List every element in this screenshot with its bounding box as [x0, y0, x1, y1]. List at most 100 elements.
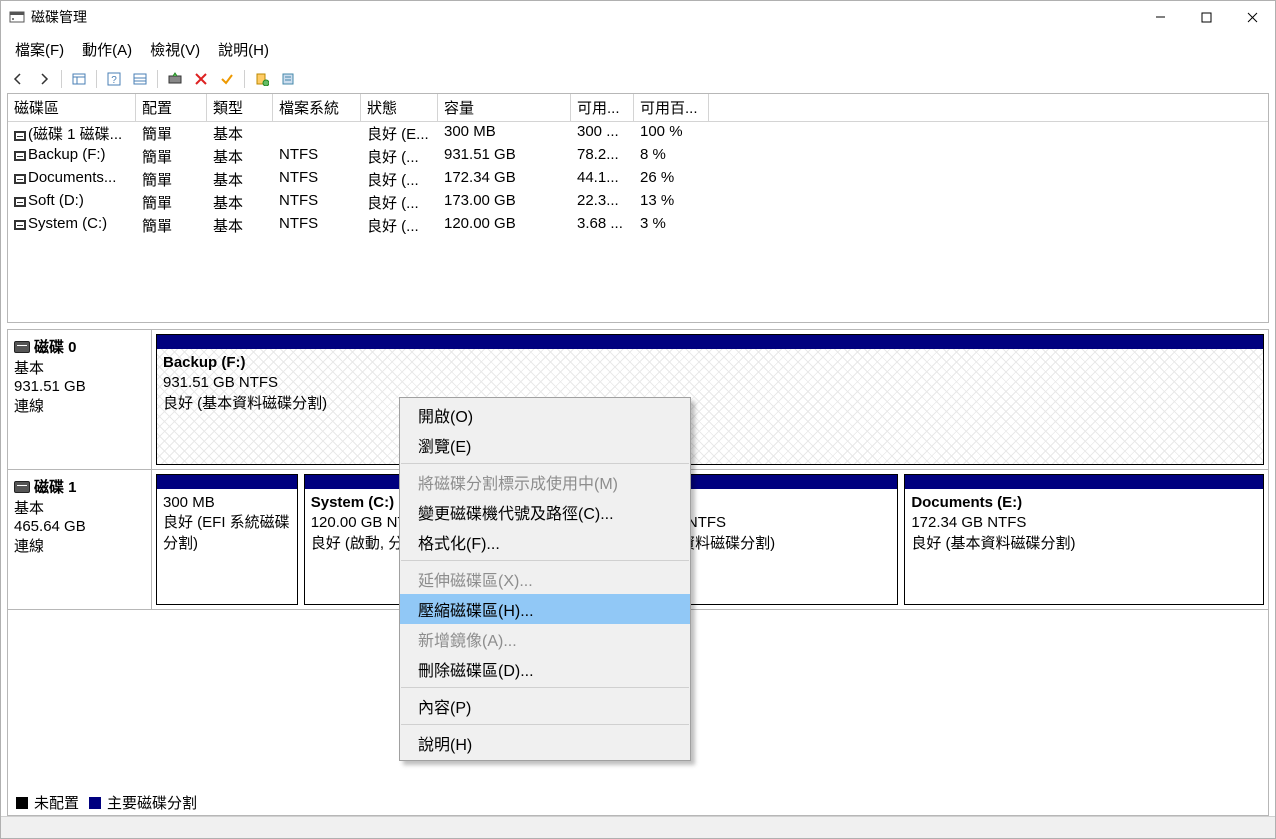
properties-icon[interactable] — [277, 68, 299, 90]
col-free[interactable]: 可用... — [571, 94, 634, 122]
list-icon[interactable] — [129, 68, 151, 90]
partition-header — [905, 475, 1263, 489]
partition-title: Documents (E:) — [911, 493, 1257, 513]
vol-layout: 簡單 — [136, 214, 207, 237]
col-pct[interactable]: 可用百... — [634, 94, 709, 122]
app-icon — [9, 9, 25, 25]
col-volume[interactable]: 磁碟區 — [8, 94, 136, 122]
vol-layout: 簡單 — [136, 191, 207, 214]
disk-size: 931.51 GB — [14, 378, 145, 395]
disk-size: 465.64 GB — [14, 518, 145, 535]
vol-fs — [273, 122, 361, 145]
vol-capacity: 931.51 GB — [438, 145, 571, 168]
back-button[interactable] — [7, 68, 29, 90]
statusbar — [1, 816, 1275, 838]
show-hide-icon[interactable] — [68, 68, 90, 90]
col-type[interactable]: 類型 — [207, 94, 273, 122]
vol-name: Documents... — [28, 169, 116, 186]
maximize-button[interactable] — [1183, 2, 1229, 32]
volume-icon — [14, 131, 26, 141]
context-menu-item: 新增鏡像(A)... — [400, 624, 690, 654]
partition-header — [157, 335, 1263, 349]
disk-type: 基本 — [14, 497, 145, 518]
disk-status: 連線 — [14, 535, 145, 556]
context-menu-item[interactable]: 變更磁碟機代號及路徑(C)... — [400, 497, 690, 527]
context-menu-item[interactable]: 格式化(F)... — [400, 527, 690, 557]
col-status[interactable]: 狀態 — [361, 94, 438, 122]
partition[interactable]: 300 MB良好 (EFI 系統磁碟分割) — [156, 474, 298, 605]
svg-text:?: ? — [111, 75, 117, 86]
legend-unallocated: 未配置 — [34, 792, 79, 813]
col-fs[interactable]: 檔案系統 — [273, 94, 361, 122]
vol-capacity: 120.00 GB — [438, 214, 571, 237]
vol-name: Soft (D:) — [28, 192, 84, 209]
volume-row[interactable]: Backup (F:)簡單基本NTFS良好 (...931.51 GB78.2.… — [8, 145, 1268, 168]
vol-type: 基本 — [207, 214, 273, 237]
volume-row[interactable]: Soft (D:) 簡單基本NTFS良好 (...173.00 GB22.3...… — [8, 191, 1268, 214]
minimize-button[interactable] — [1137, 2, 1183, 32]
volume-row[interactable]: Documents...簡單基本NTFS良好 (...172.34 GB44.1… — [8, 168, 1268, 191]
vol-name: (磁碟 1 磁碟... — [28, 126, 122, 143]
disk-icon — [14, 341, 30, 353]
forward-button[interactable] — [33, 68, 55, 90]
vol-pct: 26 % — [634, 168, 709, 191]
vol-status: 良好 (E... — [361, 122, 438, 145]
context-menu-item[interactable]: 刪除磁碟區(D)... — [400, 654, 690, 684]
vol-pct: 8 % — [634, 145, 709, 168]
partition[interactable]: Backup (F:)931.51 GB NTFS良好 (基本資料磁碟分割) — [156, 334, 1264, 465]
context-menu-item[interactable]: 壓縮磁碟區(H)... — [400, 594, 690, 624]
vol-fs: NTFS — [273, 191, 361, 214]
settings-icon[interactable] — [251, 68, 273, 90]
vol-capacity: 172.34 GB — [438, 168, 571, 191]
vol-type: 基本 — [207, 191, 273, 214]
context-menu-item[interactable]: 內容(P) — [400, 691, 690, 721]
vol-fs: NTFS — [273, 214, 361, 237]
partition-header — [157, 475, 297, 489]
legend-swatch-primary — [89, 797, 101, 809]
titlebar: 磁碟管理 — [1, 1, 1275, 33]
disk-management-window: 磁碟管理 檔案(F) 動作(A) 檢視(V) 說明(H) ? 磁碟區 配置 類型 — [0, 0, 1276, 839]
vol-free: 22.3... — [571, 191, 634, 214]
legend-primary: 主要磁碟分割 — [107, 792, 197, 813]
delete-icon[interactable] — [190, 68, 212, 90]
menubar: 檔案(F) 動作(A) 檢視(V) 說明(H) — [1, 33, 1275, 66]
menu-view[interactable]: 檢視(V) — [144, 35, 206, 64]
col-capacity[interactable]: 容量 — [438, 94, 571, 122]
vol-layout: 簡單 — [136, 145, 207, 168]
menu-separator — [401, 560, 689, 561]
col-layout[interactable]: 配置 — [136, 94, 207, 122]
volume-row[interactable]: (磁碟 1 磁碟...簡單基本良好 (E...300 MB300 ...100 … — [8, 122, 1268, 145]
legend-swatch-unallocated — [16, 797, 28, 809]
vol-free: 78.2... — [571, 145, 634, 168]
menu-file[interactable]: 檔案(F) — [9, 35, 70, 64]
vol-fs: NTFS — [273, 145, 361, 168]
disk-partitions: Backup (F:)931.51 GB NTFS良好 (基本資料磁碟分割) — [152, 330, 1268, 469]
close-button[interactable] — [1229, 2, 1275, 32]
vol-layout: 簡單 — [136, 122, 207, 145]
menu-separator — [401, 463, 689, 464]
vol-capacity: 173.00 GB — [438, 191, 571, 214]
volume-row[interactable]: System (C:)簡單基本NTFS良好 (...120.00 GB3.68 … — [8, 214, 1268, 237]
vol-status: 良好 (... — [361, 191, 438, 214]
menu-action[interactable]: 動作(A) — [76, 35, 138, 64]
menu-help[interactable]: 說明(H) — [212, 35, 275, 64]
check-icon[interactable] — [216, 68, 238, 90]
vol-capacity: 300 MB — [438, 122, 571, 145]
partition[interactable]: Documents (E:)172.34 GB NTFS良好 (基本資料磁碟分割… — [904, 474, 1264, 605]
help-icon[interactable]: ? — [103, 68, 125, 90]
vol-pct: 13 % — [634, 191, 709, 214]
context-menu-item[interactable]: 說明(H) — [400, 728, 690, 758]
vol-type: 基本 — [207, 145, 273, 168]
context-menu-item[interactable]: 開啟(O) — [400, 400, 690, 430]
window-title: 磁碟管理 — [31, 7, 87, 27]
vol-type: 基本 — [207, 122, 273, 145]
toolbar: ? — [1, 66, 1275, 93]
context-menu-item[interactable]: 瀏覽(E) — [400, 430, 690, 460]
disk-name: 磁碟 1 — [34, 479, 77, 496]
menu-separator — [401, 687, 689, 688]
volume-icon — [14, 197, 26, 207]
refresh-icon[interactable] — [164, 68, 186, 90]
vol-status: 良好 (... — [361, 168, 438, 191]
vol-free: 300 ... — [571, 122, 634, 145]
volume-icon — [14, 174, 26, 184]
